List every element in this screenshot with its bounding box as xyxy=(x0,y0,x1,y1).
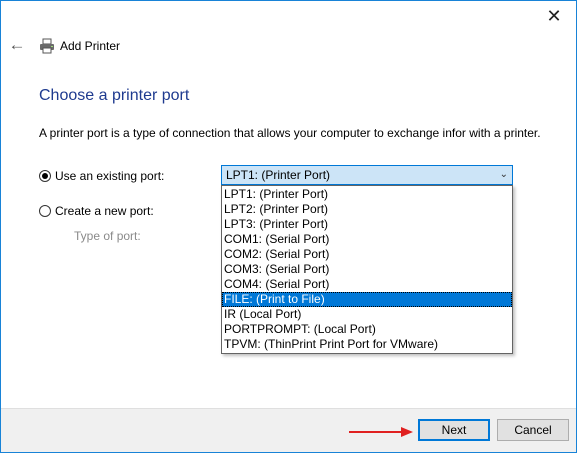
cancel-button[interactable]: Cancel xyxy=(497,419,569,441)
port-option[interactable]: PORTPROMPT: (Local Port) xyxy=(222,322,512,337)
new-port-label: Create a new port: xyxy=(55,204,154,218)
footer-bar: Next Cancel xyxy=(1,408,576,452)
title-bar: Add Printer xyxy=(39,38,120,54)
port-select[interactable]: LPT1: (Printer Port) ⌄ xyxy=(221,165,513,185)
printer-icon xyxy=(39,38,55,54)
port-option[interactable]: COM3: (Serial Port) xyxy=(222,262,512,277)
port-select-value: LPT1: (Printer Port) xyxy=(226,168,331,182)
next-button[interactable]: Next xyxy=(418,419,490,441)
back-arrow-button[interactable]: ← xyxy=(7,35,27,55)
port-option[interactable]: FILE: (Print to File) xyxy=(222,292,512,307)
add-printer-window: ✕ ← Add Printer Choose a printer port A … xyxy=(0,0,577,453)
use-existing-port-option[interactable]: Use an existing port: xyxy=(39,169,164,183)
page-description: A printer port is a type of connection t… xyxy=(39,126,541,140)
port-option[interactable]: LPT2: (Printer Port) xyxy=(222,202,512,217)
port-option[interactable]: IR (Local Port) xyxy=(222,307,512,322)
port-option[interactable]: COM2: (Serial Port) xyxy=(222,247,512,262)
port-option[interactable]: TPVM: (ThinPrint Print Port for VMware) xyxy=(222,337,512,352)
port-option[interactable]: COM1: (Serial Port) xyxy=(222,232,512,247)
port-option[interactable]: LPT3: (Printer Port) xyxy=(222,217,512,232)
existing-port-label: Use an existing port: xyxy=(55,169,165,183)
existing-port-radio[interactable] xyxy=(39,170,51,182)
page-heading: Choose a printer port xyxy=(39,87,190,104)
window-title: Add Printer xyxy=(60,39,121,53)
new-port-radio[interactable] xyxy=(39,205,51,217)
port-option[interactable]: LPT1: (Printer Port) xyxy=(222,187,512,202)
annotation-arrow-icon xyxy=(349,427,413,437)
port-dropdown-list: LPT1: (Printer Port) LPT2: (Printer Port)… xyxy=(221,185,513,354)
type-of-port-label: Type of port: xyxy=(74,229,141,243)
close-button[interactable]: ✕ xyxy=(542,5,566,29)
chevron-down-icon[interactable]: ⌄ xyxy=(500,166,508,184)
port-option[interactable]: COM4: (Serial Port) xyxy=(222,277,512,292)
create-new-port-option[interactable]: Create a new port: xyxy=(39,204,154,218)
